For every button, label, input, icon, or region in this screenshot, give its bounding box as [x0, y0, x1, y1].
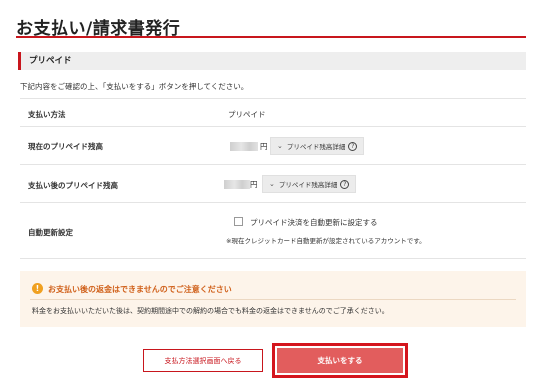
- pay-button[interactable]: 支払いをする: [277, 348, 403, 373]
- auto-renew-row: 自動更新設定 プリペイド決済を自動更新に設定する ※現在クレジットカード自動更新…: [20, 202, 526, 259]
- payment-method-label: 支払い方法: [28, 110, 66, 119]
- auto-renew-note: ※現在クレジットカード自動更新が設定されているアカウントです。: [226, 237, 426, 245]
- refund-notice: ! お支払い後の返金はできませんのでご注意ください 料金をお支払いいただいた後は…: [20, 271, 526, 327]
- current-balance-currency: 円: [260, 142, 268, 151]
- balance-after-detail-button[interactable]: ⌄ プリペイド残高詳細 ?: [262, 175, 356, 193]
- help-icon: ?: [348, 141, 358, 151]
- current-balance-label: 現在のプリペイド残高: [28, 142, 103, 151]
- title-divider: [16, 36, 526, 38]
- instruction-text: 下記内容をご確認の上、「支払いをする」ボタンを押してください。: [20, 82, 249, 91]
- notice-title: お支払い後の返金はできませんのでご注意ください: [48, 285, 232, 294]
- auto-renew-checkbox[interactable]: [234, 217, 243, 226]
- current-balance-detail-label: プリペイド残高詳細: [286, 143, 346, 151]
- balance-after-currency: 円: [250, 180, 258, 189]
- section-title: プリペイド: [29, 56, 72, 66]
- chevron-down-icon: ⌄: [277, 142, 283, 150]
- payment-method-value: プリペイド: [228, 110, 266, 119]
- current-balance-masked-value: [230, 142, 258, 151]
- auto-renew-label: 自動更新設定: [28, 228, 73, 237]
- balance-after-masked-value: [224, 180, 250, 189]
- section-header: プリペイド: [18, 52, 526, 70]
- current-balance-row: 現在のプリペイド残高 円 ⌄ プリペイド残高詳細 ?: [20, 126, 526, 164]
- back-button[interactable]: 支払方法選択画面へ戻る: [143, 349, 263, 372]
- chevron-down-icon: ⌄: [269, 180, 275, 188]
- notice-divider: [30, 299, 516, 300]
- balance-after-detail-label: プリペイド残高詳細: [278, 181, 338, 189]
- auto-renew-checkbox-label[interactable]: プリペイド決済を自動更新に設定する: [250, 217, 378, 228]
- notice-body: 料金をお支払いいただいた後は、契約期間途中での解約の場合でも料金の返金はできませ…: [32, 307, 389, 315]
- current-balance-detail-button[interactable]: ⌄ プリペイド残高詳細 ?: [270, 137, 364, 155]
- balance-after-row: 支払い後のプリペイド残高 円 ⌄ プリペイド残高詳細 ?: [20, 164, 526, 202]
- payment-method-row: 支払い方法 プリペイド: [20, 98, 526, 126]
- exclamation-icon: !: [32, 283, 43, 294]
- help-icon: ?: [340, 179, 350, 189]
- balance-after-label: 支払い後のプリペイド残高: [28, 181, 118, 190]
- pay-button-highlight: 支払いをする: [272, 343, 408, 378]
